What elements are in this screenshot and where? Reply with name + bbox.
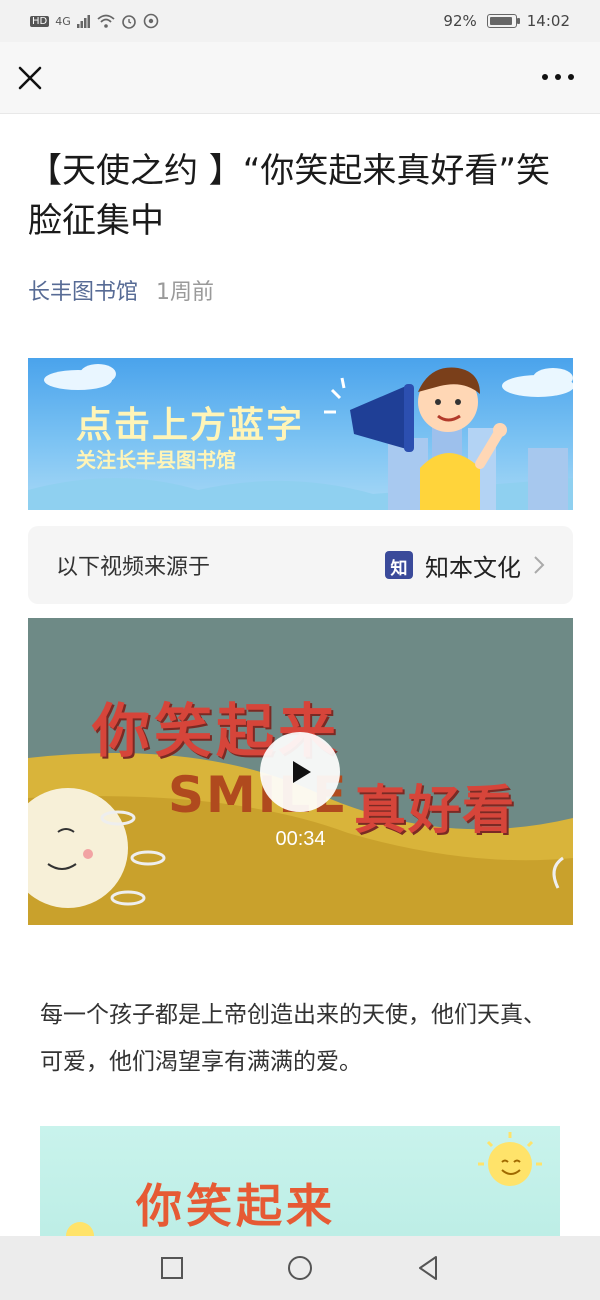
banner-subtitle: 关注长丰县图书馆 <box>76 448 236 472</box>
home-icon[interactable] <box>286 1254 314 1282</box>
hd-indicator: HD <box>30 15 50 27</box>
article-image-2[interactable]: 你笑起来 <box>40 1126 560 1236</box>
battery-percent: 92% <box>443 12 477 30</box>
article-meta: 长丰图书馆 1周前 <box>28 274 214 306</box>
follow-banner-image[interactable]: 点击上方蓝字 关注长丰县图书馆 <box>28 358 573 510</box>
play-icon <box>293 761 311 783</box>
alarm-icon <box>121 15 136 29</box>
status-right: 92% 14:02 <box>443 12 570 30</box>
article-title: 【天使之约 】“你笑起来真好看”笑脸征集中 <box>28 151 551 241</box>
author-link[interactable]: 长丰图书馆 <box>28 274 138 306</box>
status-bar: HD 4G 92% 14:02 <box>0 0 600 42</box>
system-nav-bar <box>0 1236 600 1300</box>
more-dot <box>542 74 548 80</box>
eye-comfort-icon <box>143 13 159 29</box>
publish-time: 1周前 <box>156 280 215 305</box>
banner-headline: 点击上方蓝字 <box>76 405 305 446</box>
video-source-label: 以下视频来源于 <box>56 555 211 580</box>
more-dot <box>568 74 574 80</box>
video-source-account[interactable]: 知 知本文化 <box>385 548 545 583</box>
video-duration: 00:34 <box>275 828 326 850</box>
source-name: 知本文化 <box>425 553 521 582</box>
status-left: HD 4G <box>30 13 159 29</box>
chevron-right-icon <box>534 556 545 574</box>
clock: 14:02 <box>526 12 570 30</box>
network-indicator: 4G <box>55 14 71 28</box>
more-dot <box>555 74 561 80</box>
recent-apps-icon[interactable] <box>158 1254 186 1282</box>
article-paragraph: 每一个孩子都是上帝创造出来的天使，他们天真、可爱，他们渴望享有满满的爱。 <box>40 1002 546 1075</box>
source-logo-char: 知 <box>390 559 408 579</box>
close-icon[interactable] <box>16 64 44 92</box>
wifi-icon <box>97 14 115 28</box>
source-logo-icon: 知 <box>385 551 413 579</box>
video-source-box[interactable]: 以下视频来源于 知 知本文化 <box>28 526 573 604</box>
video-player[interactable]: 你笑起来 SMILE 真好看 00:34 <box>28 618 573 925</box>
battery-icon <box>486 14 520 28</box>
back-icon[interactable] <box>414 1254 442 1282</box>
more-options-button[interactable] <box>542 72 574 82</box>
image2-caption: 你笑起来 <box>136 1179 336 1233</box>
play-button[interactable] <box>260 732 340 812</box>
signal-icon <box>76 15 90 28</box>
top-nav <box>0 42 600 114</box>
battery-fill <box>489 17 512 25</box>
